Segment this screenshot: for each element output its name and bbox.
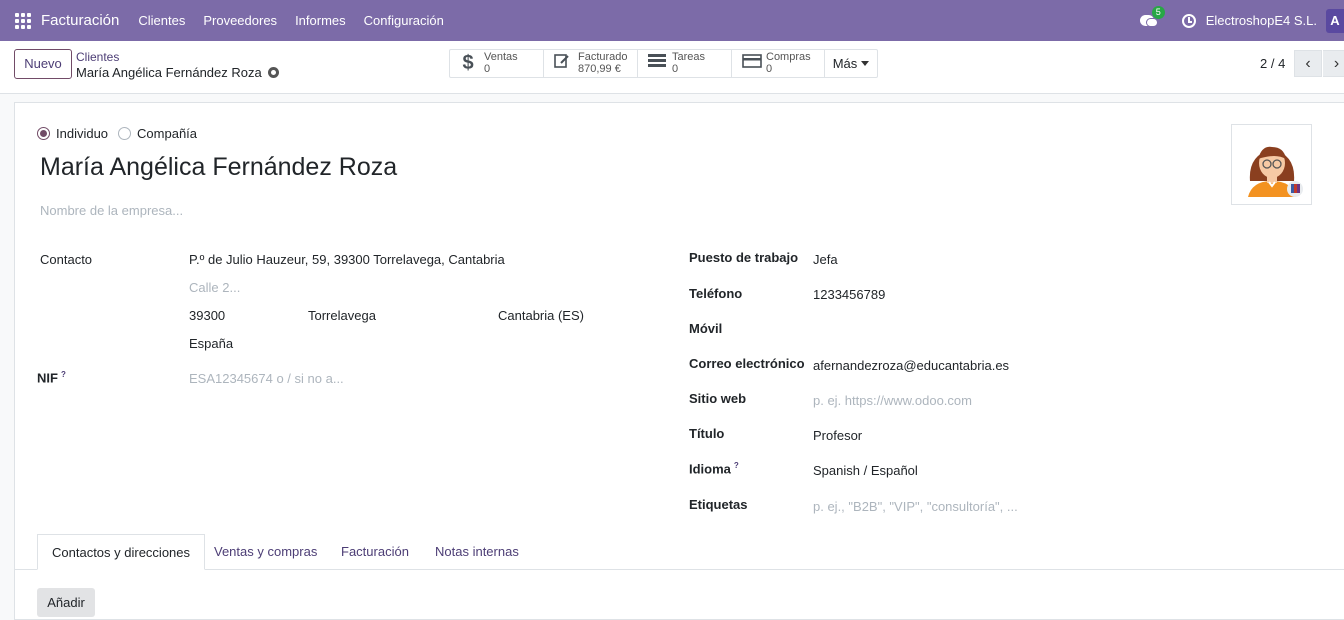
gear-icon[interactable] [267, 67, 279, 78]
title-label: Título [689, 426, 725, 441]
job-input[interactable]: Jefa [813, 252, 838, 267]
tab-ventas-compras[interactable]: Ventas y compras [214, 534, 317, 570]
dollar-icon: $ [462, 52, 474, 74]
nif-help-icon[interactable]: ? [61, 370, 66, 379]
main-menu: Clientes Proveedores Informes Configurac… [129, 13, 452, 28]
phone-label: Teléfono [689, 286, 743, 301]
menu-item-configuracion[interactable]: Configuración [355, 13, 453, 28]
radio-individuo-label[interactable]: Individuo [56, 126, 108, 141]
language-select[interactable]: Spanish / Español [813, 463, 918, 478]
avatar[interactable] [1231, 124, 1312, 205]
chevron-right-icon[interactable]: › [1323, 50, 1344, 77]
email-input[interactable]: afernandezroza@educantabria.es [813, 358, 1009, 373]
mobile-label: Móvil [689, 321, 723, 336]
smart-button-label: Tareas [672, 51, 706, 63]
phone-input[interactable]: 1233456789 [813, 287, 885, 302]
tasks-icon [648, 54, 666, 73]
smart-button-ventas[interactable]: $ Ventas 0 [450, 50, 544, 77]
partner-name-field[interactable]: María Angélica Fernández Roza [40, 153, 397, 182]
tab-contactos-direcciones[interactable]: Contactos y direcciones [37, 534, 206, 570]
nif-input[interactable]: ESA12345674 o / si no a... [189, 371, 344, 386]
app-brand[interactable]: Facturación [41, 12, 119, 29]
new-button[interactable]: Nuevo [14, 49, 72, 79]
add-contact-button[interactable]: Añadir [37, 588, 95, 617]
smart-buttons: $ Ventas 0 Facturado 870,99 € Tareas 0 Comp… [449, 49, 878, 78]
top-navbar: Facturación Clientes Proveedores Informe… [0, 0, 1344, 41]
navbar-right: 5 ElectroshopE4 S.L. A [1139, 0, 1344, 41]
company-name-input[interactable]: Nombre de la empresa... [40, 203, 183, 218]
menu-item-informes[interactable]: Informes [286, 13, 355, 28]
apps-menu-icon[interactable] [15, 12, 31, 29]
pager-value[interactable]: 2 / 4 [1260, 56, 1285, 71]
chevron-left-icon[interactable]: ‹ [1294, 50, 1322, 77]
state-select[interactable]: Cantabria (ES) [498, 308, 584, 323]
smart-button-value: 870,99 € [578, 63, 621, 75]
more-button[interactable]: Más [825, 50, 877, 77]
user-avatar[interactable]: A [1326, 8, 1344, 33]
activity-clock-icon[interactable] [1181, 13, 1196, 28]
radio-compania-label[interactable]: Compañía [137, 126, 197, 141]
tab-facturacion[interactable]: Facturación [341, 534, 409, 570]
tab-notas-internas[interactable]: Notas internas [435, 534, 519, 570]
country-select[interactable]: España [189, 336, 233, 351]
nif-label: NIF? [37, 370, 66, 385]
messages-badge: 5 [1151, 5, 1165, 19]
breadcrumb-parent[interactable]: Clientes [76, 50, 119, 64]
control-panel: Nuevo Clientes María Angélica Fernández … [0, 41, 1344, 94]
language-label: Idioma? [689, 461, 739, 476]
website-label: Sitio web [689, 391, 747, 406]
smart-button-compras[interactable]: Compras 0 [732, 50, 825, 77]
smart-button-label: Facturado [578, 51, 628, 63]
job-label: Puesto de trabajo [689, 250, 799, 265]
language-help-icon[interactable]: ? [734, 461, 739, 470]
smart-button-label: Ventas [484, 51, 518, 63]
street-input[interactable]: P.º de Julio Hauzeur, 59, 39300 Torrelav… [189, 252, 505, 267]
messages-icon[interactable]: 5 [1139, 5, 1165, 29]
website-input[interactable]: p. ej. https://www.odoo.com [813, 393, 972, 408]
tags-label: Etiquetas [689, 497, 748, 512]
more-label: Más [832, 56, 858, 71]
contact-type-selector: Individuo Compañía [37, 126, 207, 141]
title-select[interactable]: Profesor [813, 428, 862, 443]
smart-button-value: 0 [672, 63, 679, 75]
menu-item-clientes[interactable]: Clientes [129, 13, 194, 28]
woman-teacher-avatar-icon [1248, 146, 1303, 197]
contact-label: Contacto [40, 252, 93, 267]
company-switcher[interactable]: ElectroshopE4 S.L. [1206, 13, 1317, 28]
zip-input[interactable]: 39300 [189, 308, 225, 323]
breadcrumb-current-label: María Angélica Fernández Roza [76, 65, 262, 80]
radio-compania[interactable] [118, 127, 132, 140]
nif-label-text: NIF [37, 370, 58, 386]
credit-card-icon [742, 54, 762, 73]
invoice-edit-icon [554, 53, 570, 74]
breadcrumb-current: María Angélica Fernández Roza [76, 65, 279, 80]
smart-button-label: Compras [766, 51, 811, 63]
language-label-text: Idioma [689, 461, 731, 477]
smart-button-tareas[interactable]: Tareas 0 [638, 50, 732, 77]
notebook-tabs: Contactos y direcciones Ventas y compras… [14, 533, 1344, 570]
tags-input[interactable]: p. ej., "B2B", "VIP", "consultoría", ... [813, 499, 1018, 514]
smart-button-facturado[interactable]: Facturado 870,99 € [544, 50, 638, 77]
smart-button-value: 0 [484, 63, 491, 75]
menu-item-proveedores[interactable]: Proveedores [194, 13, 286, 28]
street2-input[interactable]: Calle 2... [189, 280, 240, 295]
caret-down-icon [861, 61, 870, 66]
city-input[interactable]: Torrelavega [308, 308, 376, 323]
email-label: Correo electrónico [689, 356, 805, 371]
smart-button-value: 0 [766, 63, 773, 75]
radio-individuo[interactable] [37, 127, 50, 140]
